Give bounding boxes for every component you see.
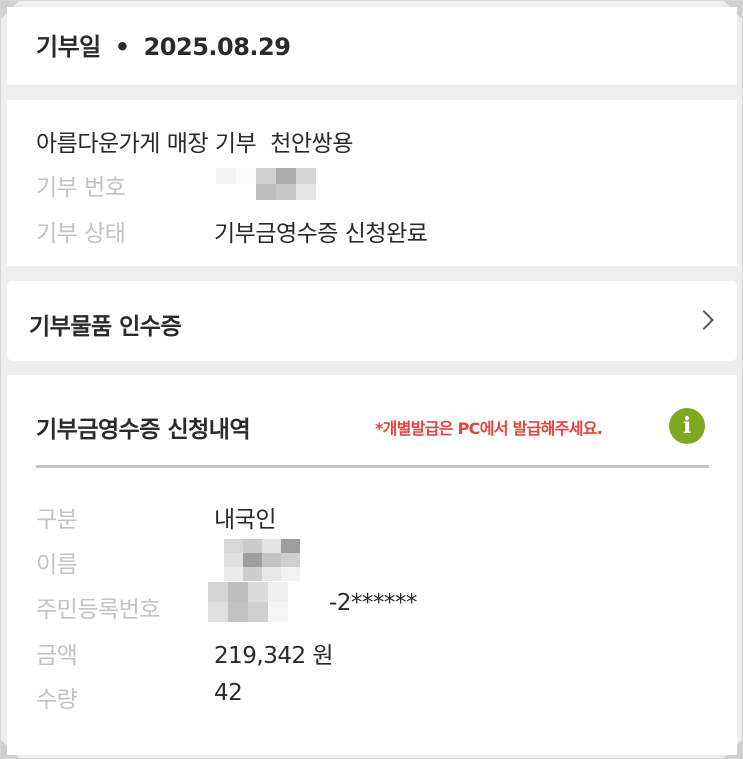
donation-date-label: 기부일: [36, 33, 101, 61]
donation-program: 아름다운가게 매장 기부 천안쌍용: [36, 124, 353, 158]
donation-goods-receipt-link[interactable]: 기부물품 인수증: [7, 281, 737, 361]
amount-value: 219,342 원: [214, 643, 334, 669]
individual-issue-notice: *개별발급은 PC에서 발급해주세요.: [375, 419, 603, 438]
donation-goods-receipt-label: 기부물품 인수증: [29, 314, 182, 340]
category-label: 구분: [36, 507, 78, 533]
donation-status-label: 기부 상태: [36, 221, 126, 247]
donation-date-value: 2025.08.29: [143, 33, 291, 61]
resident-number-suffix: -2******: [329, 590, 417, 616]
store-name: 천안쌍용: [270, 131, 353, 157]
category-value: 내국인: [214, 507, 276, 533]
masked-donation-number: [216, 168, 316, 200]
quantity-value: 42: [214, 680, 243, 706]
masked-resident-number: [208, 582, 288, 622]
chevron-right-icon: [694, 310, 714, 330]
separator-dot: •: [114, 33, 130, 61]
masked-name: [224, 539, 300, 581]
receipt-request-title: 기부금영수증 신청내역: [36, 417, 251, 443]
quantity-label: 수량: [36, 687, 78, 713]
info-icon[interactable]: i: [669, 408, 705, 444]
donation-info-panel: 아름다운가게 매장 기부 천안쌍용 기부 번호 기부 상태 기부금영수증 신청완료: [7, 100, 737, 266]
app-frame: 기부일 • 2025.08.29 아름다운가게 매장 기부 천안쌍용 기부 번호 기부…: [0, 0, 743, 759]
donation-date-panel: 기부일 • 2025.08.29: [7, 7, 737, 85]
donation-number-label: 기부 번호: [36, 175, 126, 201]
amount-label: 금액: [36, 643, 78, 669]
program-name: 아름다운가게 매장 기부: [36, 131, 257, 157]
name-label: 이름: [36, 552, 78, 578]
section-divider: [36, 465, 709, 468]
resident-number-label: 주민등록번호: [36, 597, 160, 623]
receipt-request-panel: 기부금영수증 신청내역 *개별발급은 PC에서 발급해주세요. i 구분 내국인…: [7, 375, 737, 755]
donation-status-value: 기부금영수증 신청완료: [214, 221, 428, 247]
donation-date: 기부일 • 2025.08.29: [36, 27, 291, 62]
